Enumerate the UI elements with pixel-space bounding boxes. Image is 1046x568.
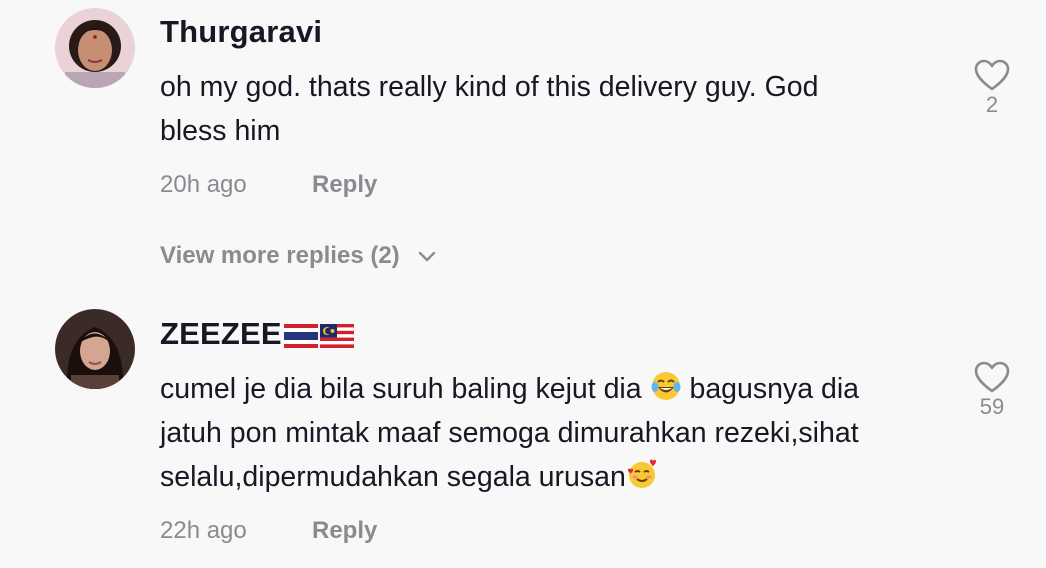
timestamp: 20h ago [160,171,247,198]
username[interactable]: Thurgaravi [160,14,322,50]
comment-text: cumel je dia bila suruh baling kejut dia… [160,367,859,499]
username-text: ZEEZEE [160,316,282,351]
heart-outline-icon [974,59,1010,91]
like-button[interactable]: 59 [962,360,1022,420]
comment-text-line: bless him [160,115,281,147]
avatar[interactable] [55,8,135,88]
thailand-flag-icon [283,323,318,348]
timestamp: 22h ago [160,517,247,544]
like-count: 2 [985,92,999,117]
avatar[interactable] [55,309,135,389]
username[interactable]: ZEEZEE [160,316,354,352]
like-count: 59 [979,394,1005,419]
comment-text: oh my god. thats really kind of this del… [160,65,818,153]
comment-text-line: cumel je dia bila suruh baling kejut dia… [160,367,859,411]
comment-text-line: oh my god. thats really kind of this del… [160,71,819,103]
tears-of-joy-emoji [651,372,681,400]
reply-button[interactable]: Reply [312,171,377,199]
heart-outline-icon [974,361,1010,393]
view-more-replies-label: View more replies (2) [160,242,400,269]
like-button[interactable]: 2 [962,58,1022,118]
reply-button[interactable]: Reply [312,517,377,545]
view-more-replies-button[interactable]: View more replies (2) [160,242,436,270]
comment-text-line: selalu,dipermudahkan segala urusan [160,455,859,499]
comment-text-line: jatuh pon mintak maaf semoga dimurahkan … [160,417,859,449]
malaysia-flag-icon [319,323,354,348]
chevron-down-icon [419,251,436,261]
smiling-face-with-hearts-emoji [627,459,656,488]
